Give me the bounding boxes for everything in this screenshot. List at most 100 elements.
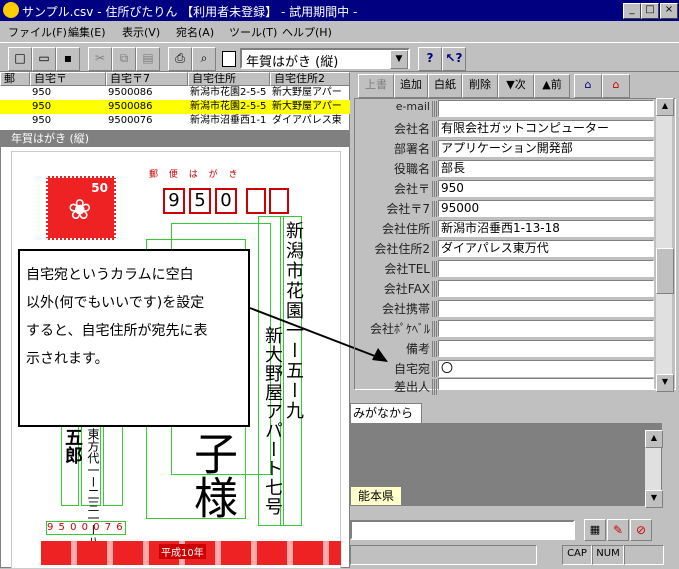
- bottom-input[interactable]: [350, 520, 575, 540]
- address-grid[interactable]: 郵 自宅〒 自宅〒7 自宅住所 自宅住所2 950 9500086 新潟市花園2…: [0, 72, 350, 130]
- field-label: 会社FAX: [383, 282, 430, 296]
- field-input-title[interactable]: 部長: [438, 160, 654, 177]
- field-grip: [432, 281, 437, 297]
- field-input-email[interactable]: [438, 100, 654, 117]
- home-record-icon[interactable]: ⌂: [602, 74, 630, 98]
- close-icon[interactable]: ×: [660, 3, 678, 19]
- grid-cell: 950: [32, 101, 52, 112]
- list-item[interactable]: 能本県: [350, 486, 402, 506]
- overwrite-button[interactable]: 上書: [358, 74, 394, 98]
- field-label: 備考: [405, 342, 430, 356]
- grid-cell: 9500086: [108, 87, 153, 98]
- blank-button[interactable]: 白紙: [428, 74, 462, 98]
- field-label: 会社住所2: [374, 242, 430, 256]
- table-row-selected[interactable]: 950 9500086 新潟市花園2-5-5 新大野屋アパー: [0, 100, 350, 114]
- menu-bar: ファイル(F) 編集(E) 表示(V) 宛名(A) ツール(T) ヘルプ(H): [0, 21, 679, 41]
- grid-cell: 950: [32, 87, 52, 98]
- menu-tools[interactable]: ツール(T): [229, 24, 277, 40]
- delete-button[interactable]: 削除: [462, 74, 498, 98]
- card-icon[interactable]: ▦: [584, 519, 606, 541]
- field-input-company-pager[interactable]: [438, 320, 654, 337]
- callout-line: 示されます。: [26, 351, 109, 367]
- postal-digit: 9: [168, 190, 180, 211]
- grid-header[interactable]: 自宅〒7: [106, 72, 188, 86]
- scroll-down-icon[interactable]: ▼: [645, 490, 663, 508]
- field-input-company-address2[interactable]: ダイアパレス東万代: [438, 240, 654, 257]
- title-bar: サンプル.csv - 住所ぴたりん 【利用者未登録】 - 試用期間中 - _ □…: [0, 0, 679, 21]
- menu-edit[interactable]: 編集(E): [68, 24, 106, 40]
- scroll-up-icon[interactable]: ▲: [645, 430, 663, 448]
- prev-button[interactable]: ▲前: [534, 74, 570, 98]
- open-folder-icon[interactable]: ▭: [32, 47, 56, 71]
- field-input-notes[interactable]: [438, 340, 654, 357]
- field-input-company-mobile[interactable]: [438, 300, 654, 317]
- guide-frame: [103, 426, 123, 506]
- status-num: NUM: [592, 545, 624, 565]
- maximize-icon[interactable]: □: [641, 3, 659, 19]
- field-input-company[interactable]: 有限会社ガットコンピューター: [438, 120, 654, 137]
- print-preview-icon[interactable]: ⌕: [192, 47, 216, 71]
- menu-file[interactable]: ファイル(F): [8, 24, 67, 40]
- table-row[interactable]: 950 9500086 新潟市花園2-5-5 新大野屋アパー: [0, 86, 350, 100]
- field-label: 会社〒7: [386, 202, 430, 216]
- paste-icon[interactable]: ▤: [136, 47, 160, 71]
- minimize-icon[interactable]: _: [623, 3, 641, 19]
- scroll-down-icon[interactable]: ▼: [656, 374, 674, 392]
- field-input-department[interactable]: アプリケーション開発部: [438, 140, 654, 157]
- copy-icon[interactable]: ⧉: [112, 47, 136, 71]
- postal-box: 9: [163, 188, 185, 214]
- help-icon[interactable]: ?: [418, 47, 442, 71]
- edit-icon[interactable]: ✎: [607, 519, 629, 541]
- field-label: 部署名: [393, 142, 430, 156]
- menu-help[interactable]: ヘルプ(H): [282, 24, 332, 40]
- postal-digit: 5: [194, 190, 206, 211]
- context-help-icon[interactable]: ↖?: [442, 47, 466, 71]
- cut-icon[interactable]: ✂: [88, 47, 112, 71]
- field-input-company-tel[interactable]: [438, 260, 654, 277]
- field-grip: [432, 121, 437, 137]
- lower-panel: みがなから 能本県 ▲ ▼: [350, 400, 679, 512]
- field-input-company-address[interactable]: 新潟市沼垂西1-13-18: [438, 220, 654, 237]
- next-button[interactable]: ▼次: [498, 74, 534, 98]
- callout-line: すると、自宅住所が宛先に表: [26, 323, 208, 339]
- grid-header[interactable]: 郵: [0, 72, 30, 86]
- postcard-header: 郵 便 は が き: [149, 170, 242, 180]
- scroll-thumb[interactable]: [656, 248, 674, 294]
- save-icon[interactable]: ▪: [56, 47, 80, 71]
- chevron-down-icon[interactable]: ▼: [390, 50, 408, 69]
- stamp-image: 50 ❀: [46, 176, 116, 240]
- field-grip: [432, 341, 437, 357]
- field-input-company-fax[interactable]: [438, 280, 654, 297]
- field-grip: [432, 301, 437, 317]
- form-scrollbar[interactable]: ▲ ▼: [656, 98, 674, 392]
- flower-icon: ❀: [68, 193, 92, 226]
- list-scrollbar[interactable]: ▲ ▼: [645, 430, 663, 508]
- grid-cell: ダイアパレス東: [272, 115, 342, 126]
- tab-kana[interactable]: みがなから: [350, 403, 422, 423]
- status-panel-extra: [624, 545, 664, 565]
- print-icon[interactable]: ⎙: [168, 47, 192, 71]
- field-label: 会社〒: [393, 182, 430, 196]
- field-grip: [432, 181, 437, 197]
- field-input-home-addressed[interactable]: 〇: [438, 360, 654, 377]
- template-select[interactable]: 年賀はがき (縦) ▼: [240, 48, 410, 70]
- app-icon[interactable]: [3, 2, 19, 18]
- menu-view[interactable]: 表示(V): [122, 24, 160, 40]
- table-row[interactable]: 950 9500076 新潟市沼垂西1-1 ダイアパレス東: [0, 114, 350, 128]
- field-input-sender[interactable]: [438, 378, 654, 390]
- field-input-company-zip[interactable]: 950: [438, 180, 654, 197]
- grid-header[interactable]: 自宅住所2: [270, 72, 350, 86]
- no-edit-icon[interactable]: ⊘: [630, 519, 652, 541]
- grid-header[interactable]: 自宅〒: [30, 72, 106, 86]
- scroll-up-icon[interactable]: ▲: [656, 98, 674, 116]
- new-file-icon[interactable]: □: [8, 47, 32, 71]
- search-record-icon[interactable]: ⌂: [574, 74, 602, 98]
- grid-header[interactable]: 自宅住所: [188, 72, 270, 86]
- postal-box: [246, 188, 266, 214]
- field-grip: [432, 201, 437, 217]
- grid-cell: 950: [32, 115, 52, 126]
- add-button[interactable]: 追加: [394, 74, 428, 98]
- menu-address[interactable]: 宛名(A): [176, 24, 214, 40]
- field-input-company-zip7[interactable]: 95000: [438, 200, 654, 217]
- stamp-value: 50: [91, 181, 108, 195]
